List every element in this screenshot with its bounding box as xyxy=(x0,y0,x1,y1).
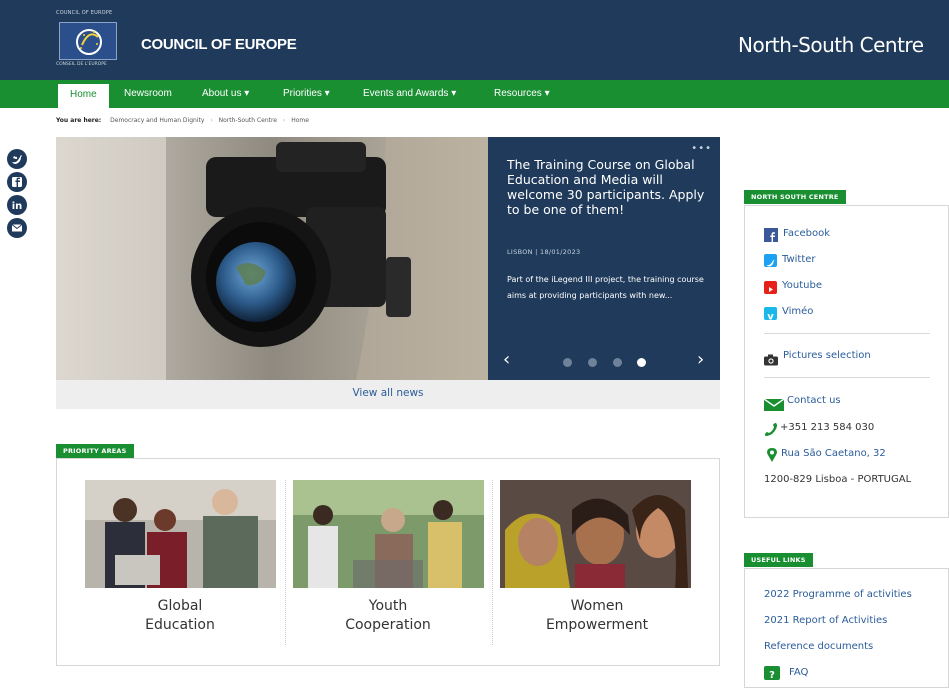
question-icon[interactable]: ? xyxy=(764,666,780,681)
site-header: COUNCIL OF EUROPE CONSEIL DE L'EUROPE CO… xyxy=(0,0,949,80)
vimeo-icon[interactable]: v xyxy=(764,307,777,323)
twitter-icon[interactable] xyxy=(7,149,27,169)
news-slider-panel: ••• The Training Course on Global Educat… xyxy=(488,137,720,380)
breadcrumb: You are here: Democracy and Human Dignit… xyxy=(56,117,309,124)
youth-cooperation-line1: Youth xyxy=(368,598,408,614)
women-empowerment-line1: Women xyxy=(570,598,624,614)
breadcrumb-item: Home xyxy=(291,117,309,124)
breadcrumb-item[interactable]: Democracy and Human Dignity xyxy=(110,117,204,124)
global-education-caption[interactable]: Global Education xyxy=(83,597,277,635)
svg-text:in: in xyxy=(12,201,23,212)
useful-link[interactable]: Reference documents xyxy=(764,641,873,652)
slider-next-button[interactable]: › xyxy=(697,349,704,370)
youth-cooperation-image[interactable] xyxy=(293,480,484,588)
priority-areas-tag: PRIORITY AREAS xyxy=(56,444,134,458)
useful-link[interactable]: 2022 Programme of activities xyxy=(764,589,912,600)
facebook-icon[interactable] xyxy=(764,228,778,243)
camera-icon[interactable] xyxy=(764,351,778,366)
useful-link[interactable]: 2021 Report of Activities xyxy=(764,615,887,626)
council-of-europe-logo[interactable]: COUNCIL OF EUROPE CONSEIL DE L'EUROPE xyxy=(56,10,130,68)
envelope-icon[interactable] xyxy=(763,396,785,411)
view-all-bar: View all news xyxy=(56,380,720,409)
email-icon[interactable] xyxy=(7,218,27,238)
twitter-icon[interactable] xyxy=(764,254,777,267)
nav-resources[interactable]: Resources ▾ xyxy=(494,80,550,108)
news-headline[interactable]: The Training Course on Global Education … xyxy=(507,157,707,217)
women-empowerment-image[interactable] xyxy=(500,480,691,588)
nav-home[interactable]: Home xyxy=(58,84,109,108)
breadcrumb-label: You are here: xyxy=(56,117,102,124)
facebook-link[interactable]: Facebook xyxy=(783,228,830,239)
hero-image-camera[interactable] xyxy=(56,137,488,380)
useful-links-tag: USEFUL LINKS xyxy=(744,553,813,567)
women-empowerment-caption[interactable]: Women Empowerment xyxy=(500,597,694,635)
view-all-news-link[interactable]: View all news xyxy=(56,387,720,399)
global-education-line2: Education xyxy=(145,617,215,633)
women-empowerment-line2: Empowerment xyxy=(545,617,649,633)
svg-text:v: v xyxy=(767,312,774,323)
phone-number: +351 213 584 030 xyxy=(780,422,875,433)
twitter-link[interactable]: Twitter xyxy=(782,254,816,265)
logo-top-text: COUNCIL OF EUROPE xyxy=(56,10,113,16)
map-marker-icon xyxy=(767,447,777,462)
faq-link[interactable]: FAQ xyxy=(789,667,808,678)
main-nav: Home Newsroom About us ▾ Priorities ▾ Ev… xyxy=(0,80,949,108)
vimeo-link[interactable]: Viméo xyxy=(782,306,813,317)
nav-about-us[interactable]: About us ▾ xyxy=(202,80,249,108)
facebook-icon[interactable] xyxy=(7,172,27,192)
linkedin-icon[interactable]: in xyxy=(7,195,27,215)
youth-cooperation-line2: Cooperation xyxy=(345,617,431,633)
contact-us-link[interactable]: Contact us xyxy=(787,395,841,406)
youth-cooperation-caption[interactable]: Youth Cooperation xyxy=(291,597,485,635)
breadcrumb-item[interactable]: North-South Centre xyxy=(219,117,277,124)
svg-text:?: ? xyxy=(769,670,775,681)
nav-priorities[interactable]: Priorities ▾ xyxy=(283,80,330,108)
youtube-link[interactable]: Youtube xyxy=(782,280,822,291)
slider-dot[interactable] xyxy=(588,358,597,367)
logo-emblem xyxy=(59,22,117,60)
slider-dot[interactable] xyxy=(613,358,622,367)
site-name[interactable]: COUNCIL OF EUROPE xyxy=(141,36,297,53)
slider-dot-active[interactable] xyxy=(637,358,646,367)
nav-events-awards[interactable]: Events and Awards ▾ xyxy=(363,80,456,108)
news-meta: LISBON | 18/01/2023 xyxy=(507,248,581,256)
logo-bottom-text: CONSEIL DE L'EUROPE xyxy=(56,62,107,67)
section-title[interactable]: North-South Centre xyxy=(738,33,924,57)
youtube-icon[interactable] xyxy=(764,281,777,294)
global-education-image[interactable] xyxy=(85,480,276,588)
nav-newsroom[interactable]: Newsroom xyxy=(124,80,172,108)
more-icon[interactable]: ••• xyxy=(691,143,712,154)
slider-prev-button[interactable]: ‹ xyxy=(503,349,510,370)
news-summary: Part of the iLegend III project, the tra… xyxy=(507,275,704,300)
global-education-line1: Global xyxy=(157,598,203,614)
pictures-selection-link[interactable]: Pictures selection xyxy=(783,350,871,361)
slider-dot[interactable] xyxy=(563,358,572,367)
city-address: 1200-829 Lisboa - PORTUGAL xyxy=(764,474,912,485)
phone-icon xyxy=(764,422,778,436)
street-address-link[interactable]: Rua São Caetano, 32 xyxy=(781,448,886,459)
north-south-centre-tag: NORTH SOUTH CENTRE xyxy=(744,190,846,204)
